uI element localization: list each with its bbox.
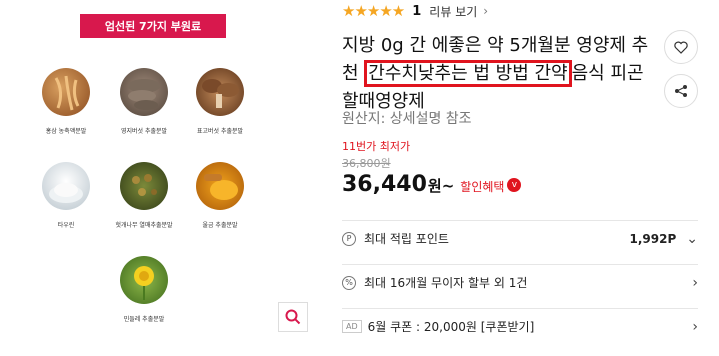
ingredient-label: 울금 추출분말 [202, 222, 238, 229]
product-info: ★★★★★ 1 리뷰 보기 › 지방 0g 간 에좋은 약 5개월분 영양제 추… [342, 0, 719, 356]
sale-price: 36,440 [342, 172, 427, 197]
like-button[interactable] [664, 30, 698, 64]
row-text: 6월 쿠폰 : 20,000원 [쿠폰받기] [367, 320, 535, 334]
lowest-price-label: 11번가 최저가 [342, 140, 411, 153]
origin-text: 원산지: 상세설명 참조 [342, 111, 472, 127]
points-row[interactable]: P 최대 적립 포인트 1,992P ⌄ [342, 220, 698, 256]
star-rating-icon: ★★★★★ [342, 2, 405, 20]
chevron-down-icon[interactable]: v [507, 177, 522, 192]
coupon-row[interactable]: AD 6월 쿠폰 : 20,000원 [쿠폰받기] › [342, 308, 698, 344]
review-link[interactable]: 리뷰 보기 [429, 3, 477, 20]
dandelion-image [120, 256, 168, 304]
share-icon [675, 85, 687, 97]
ingredient-label: 홍삼 농축액분말 [45, 128, 87, 135]
ingredient-label: 헛개나무 열매추출분말 [115, 222, 173, 229]
row-text: 최대 적립 포인트 [364, 232, 449, 246]
point-icon: P [342, 231, 356, 246]
ingredients-banner: 엄선된 7가지 부원료 [80, 14, 226, 38]
shiitake-image [196, 68, 244, 116]
search-icon [285, 309, 301, 325]
price-unit: 원~ [427, 177, 455, 195]
percent-icon: % [342, 275, 356, 290]
ingredient-turmeric: 울금 추출분말 [180, 162, 260, 229]
ingredient-label: 표고버섯 추출분말 [196, 128, 244, 135]
row-value: 1,992P [629, 231, 677, 246]
heart-icon [674, 41, 688, 54]
chevron-right-icon: › [483, 4, 489, 18]
price-row: 36,440 원~ 할인혜택 v [342, 172, 522, 197]
rating-row[interactable]: ★★★★★ 1 리뷰 보기 › [342, 2, 488, 20]
zoom-button[interactable] [278, 302, 308, 332]
ingredient-label: 타우린 [57, 222, 75, 229]
product-title: 지방 0g 간 에좋은 약 5개월분 영양제 추천 간수치낮추는 법 방법 간약… [342, 32, 652, 116]
reishi-image [120, 68, 168, 116]
ingredient-taurine: 타우린 [26, 162, 106, 229]
ingredient-shiitake: 표고버섯 추출분말 [180, 68, 260, 135]
ad-badge: AD [342, 320, 362, 333]
chevron-right-icon: › [692, 318, 698, 335]
turmeric-image [196, 162, 244, 210]
ingredient-hovenia: 헛개나무 열매추출분말 [104, 162, 184, 229]
original-price: 36,800원 [342, 157, 391, 170]
installment-row[interactable]: % 최대 16개월 무이자 할부 외 1건 › [342, 264, 698, 300]
taurine-image [42, 162, 90, 210]
review-count: 1 [412, 3, 422, 19]
ingredient-red-ginseng: 홍삼 농축액분말 [26, 68, 106, 135]
hovenia-image [120, 162, 168, 210]
ingredient-reishi: 영지버섯 추출분말 [104, 68, 184, 135]
chevron-down-icon: ⌄ [686, 230, 698, 247]
ingredient-label: 민들레 추출분말 [123, 316, 165, 323]
share-button[interactable] [664, 74, 698, 108]
red-ginseng-image [42, 68, 90, 116]
discount-benefit-link[interactable]: 할인혜택 [460, 178, 504, 195]
product-image-panel: 엄선된 7가지 부원료 홍삼 농축액분말 영지버섯 추출분말 표고버섯 추출분말… [0, 0, 318, 356]
title-highlight: 간수치낮추는 법 방법 간약 [364, 60, 572, 87]
ingredient-dandelion: 민들레 추출분말 [104, 256, 184, 323]
chevron-right-icon: › [692, 274, 698, 291]
ingredient-label: 영지버섯 추출분말 [120, 128, 168, 135]
row-text: 최대 16개월 무이자 할부 외 1건 [364, 276, 528, 290]
